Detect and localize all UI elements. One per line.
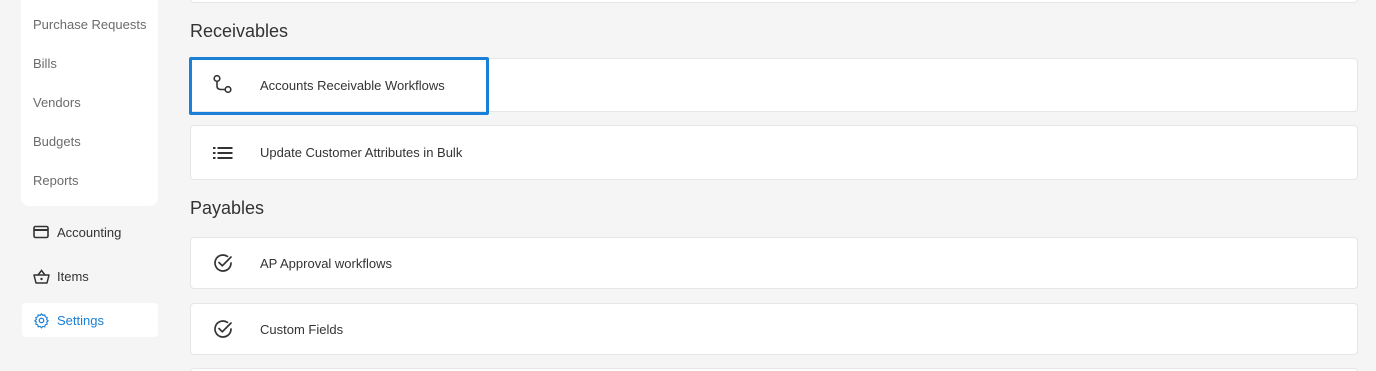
sidebar-item-budgets[interactable]: Budgets [33,134,81,149]
card-update-customer-attributes[interactable]: Update Customer Attributes in Bulk [190,125,1358,180]
sidebar-item-label: Accounting [57,224,122,240]
card-label: AP Approval workflows [260,255,392,271]
card-label: Custom Fields [260,321,344,337]
sidebar-submenu: Purchase Requests Bills Vendors Budgets … [21,0,158,206]
sidebar-item-reports[interactable]: Reports [33,173,79,188]
card-custom-fields[interactable]: Custom Fields [190,303,1358,355]
sidebar-item-purchase-requests[interactable]: Purchase Requests [33,17,146,32]
gear-icon [32,311,50,329]
sidebar-item-bills[interactable]: Bills [33,56,57,71]
credit-card-icon [32,223,50,241]
section-title-receivables: Receivables [190,21,289,41]
list-icon [211,141,235,165]
check-circle-icon [211,317,235,341]
card-accounts-receivable-workflows[interactable]: Accounts Receivable Workflows [190,58,1358,112]
sidebar-item-settings[interactable]: Settings [22,303,158,337]
workflow-route-icon [211,73,235,97]
card-label: Update Customer Attributes in Bulk [260,145,463,160]
check-circle-icon [211,251,235,275]
sidebar-item-label: Items [57,268,89,284]
card-ap-approval-workflows[interactable]: AP Approval workflows [190,237,1358,289]
sidebar-item-items[interactable]: Items [22,259,158,293]
sidebar-item-accounting[interactable]: Accounting [22,215,158,249]
sidebar-item-label: Settings [57,312,104,328]
card-label: Accounts Receivable Workflows [260,77,445,93]
section-title-payables: Payables [190,198,265,218]
sidebar-item-vendors[interactable]: Vendors [33,95,81,110]
basket-icon [32,267,50,285]
previous-card [190,0,1358,3]
